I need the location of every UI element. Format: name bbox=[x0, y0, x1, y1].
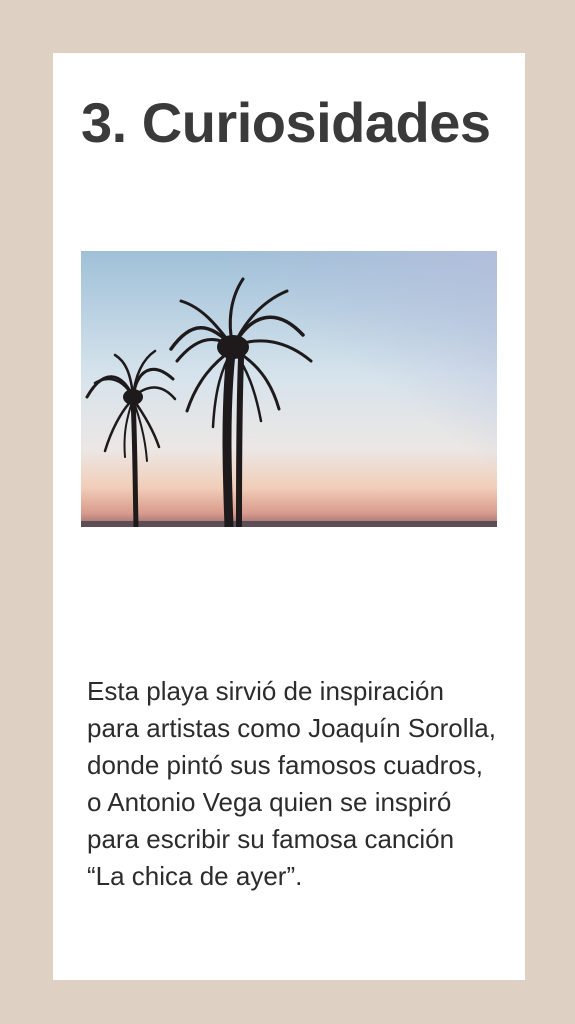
page-title: 3. Curiosidades bbox=[81, 91, 491, 154]
palm-trees-photo-graphic bbox=[81, 251, 497, 527]
curiosity-text: Esta playa sirvió de inspiración para ar… bbox=[87, 676, 496, 891]
palm-trees-photo bbox=[81, 251, 497, 527]
content-card: 3. Curiosidades Esta playa sirvió de ins… bbox=[53, 53, 525, 980]
